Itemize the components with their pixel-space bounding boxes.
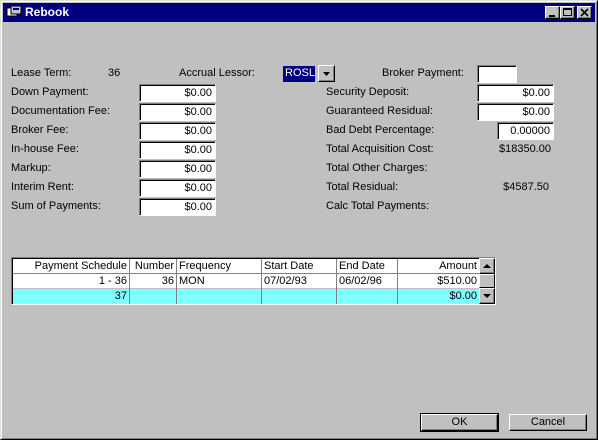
cell-frequency[interactable] (177, 289, 262, 304)
column-header-end-date[interactable]: End Date (337, 259, 398, 274)
table-row-selected[interactable]: 37 $0.00 (13, 289, 480, 304)
column-header-frequency[interactable]: Frequency (177, 259, 262, 274)
minimize-icon (549, 15, 555, 17)
accrual-lessor-label: Accrual Lessor: (179, 67, 255, 79)
bad-debt-percentage-label: Bad Debt Percentage: (326, 124, 435, 136)
broker-payment-field[interactable] (477, 65, 517, 83)
lease-term-label: Lease Term: (11, 67, 72, 79)
total-other-charges-label: Total Other Charges: (326, 162, 428, 174)
cell-number[interactable]: 36 (130, 274, 177, 289)
scroll-thumb[interactable] (479, 274, 495, 288)
markup-label: Markup: (11, 162, 51, 174)
cell-frequency[interactable]: MON (177, 274, 262, 289)
chevron-down-icon (323, 72, 330, 76)
cell-start-date[interactable] (262, 289, 337, 304)
table-row[interactable]: 1 - 36 36 MON 07/02/93 06/02/96 $510.00 (13, 274, 480, 289)
cell-start-date[interactable]: 07/02/93 (262, 274, 337, 289)
broker-fee-field[interactable]: $0.00 (139, 122, 216, 140)
column-header-number[interactable]: Number (130, 259, 177, 274)
lease-term-value: 36 (108, 67, 121, 79)
cell-amount[interactable]: $0.00 (398, 289, 480, 304)
arrow-up-icon (483, 264, 491, 268)
window-title: Rebook (25, 5, 70, 19)
cell-end-date[interactable]: 06/02/96 (337, 274, 398, 289)
down-payment-label: Down Payment: (11, 86, 89, 98)
cell-payment-schedule[interactable]: 37 (13, 289, 130, 304)
grid-header-row: Payment Schedule Number Frequency Start … (13, 259, 480, 274)
total-residual-value: $4587.50 (503, 181, 549, 193)
scroll-down-button[interactable] (479, 288, 495, 304)
grid-body: Payment Schedule Number Frequency Start … (12, 258, 480, 304)
broker-payment-label: Broker Payment: (382, 67, 464, 79)
cell-amount[interactable]: $510.00 (398, 274, 480, 289)
cell-number[interactable] (130, 289, 177, 304)
guaranteed-residual-label: Guaranteed Residual: (326, 105, 434, 117)
ok-button[interactable]: OK (420, 413, 499, 432)
arrow-down-icon (483, 294, 491, 298)
markup-field[interactable]: $0.00 (139, 160, 216, 178)
app-icon (6, 5, 22, 17)
accrual-lessor-dropdown-button[interactable] (318, 65, 335, 82)
column-header-amount[interactable]: Amount (398, 259, 480, 274)
minimize-button[interactable] (545, 6, 560, 19)
title-bar[interactable]: Rebook (3, 3, 595, 22)
in-house-fee-label: In-house Fee: (11, 143, 79, 155)
cancel-button[interactable]: Cancel (509, 414, 587, 431)
security-deposit-label: Security Deposit: (326, 86, 410, 98)
sum-of-payments-field[interactable]: $0.00 (139, 198, 216, 216)
close-button[interactable] (577, 6, 592, 19)
down-payment-field[interactable]: $0.00 (139, 84, 216, 102)
sum-of-payments-label: Sum of Payments: (11, 200, 101, 212)
payment-schedule-grid[interactable]: Payment Schedule Number Frequency Start … (11, 257, 496, 305)
total-residual-label: Total Residual: (326, 181, 399, 193)
vertical-scrollbar[interactable] (479, 258, 495, 304)
maximize-icon (563, 8, 572, 16)
calc-total-payments-label: Calc Total Payments: (326, 200, 430, 212)
in-house-fee-field[interactable]: $0.00 (139, 141, 216, 159)
column-header-payment-schedule[interactable]: Payment Schedule (13, 259, 130, 274)
documentation-fee-label: Documentation Fee: (11, 105, 111, 117)
bad-debt-percentage-field[interactable]: 0.00000 (497, 122, 554, 140)
accrual-lessor-select[interactable]: ROSL (283, 66, 315, 82)
security-deposit-field[interactable]: $0.00 (477, 84, 554, 102)
interim-rent-label: Interim Rent: (11, 181, 74, 193)
guaranteed-residual-field[interactable]: $0.00 (477, 103, 554, 121)
broker-fee-label: Broker Fee: (11, 124, 69, 136)
interim-rent-field[interactable]: $0.00 (139, 179, 216, 197)
cell-end-date[interactable] (337, 289, 398, 304)
documentation-fee-field[interactable]: $0.00 (139, 103, 216, 121)
maximize-button[interactable] (560, 6, 575, 19)
scroll-up-button[interactable] (479, 258, 495, 274)
rebook-window: Rebook Lease Term: 36 Accrual Lessor: RO… (0, 0, 598, 440)
column-header-start-date[interactable]: Start Date (262, 259, 337, 274)
close-icon (580, 8, 589, 17)
total-acquisition-cost-value: $18350.00 (499, 143, 551, 155)
total-acquisition-cost-label: Total Acquisition Cost: (326, 143, 434, 155)
cell-payment-schedule[interactable]: 1 - 36 (13, 274, 130, 289)
